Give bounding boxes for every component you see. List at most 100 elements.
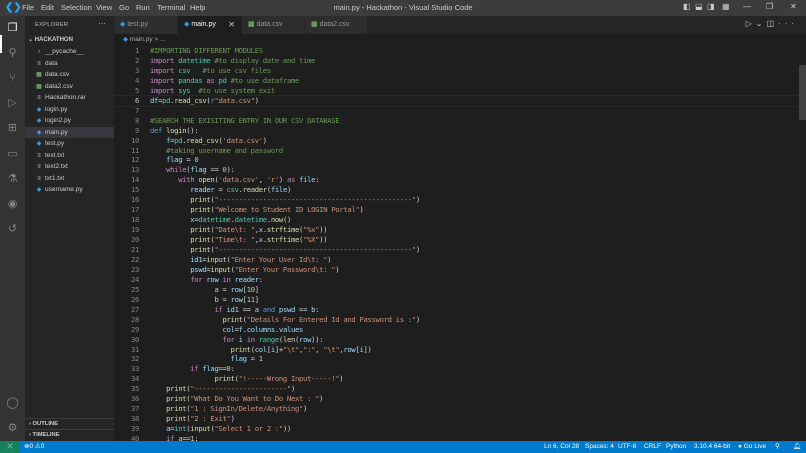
python-interpreter[interactable]: 3.10.4 64-bit xyxy=(694,441,730,453)
code-line[interactable]: 6 df=pd.read_csv(r"data.csv") xyxy=(114,94,798,107)
code-line[interactable]: 35 print("-----------------------") xyxy=(114,384,798,394)
code-line[interactable]: 24 for row in reader: xyxy=(114,275,798,285)
code-line[interactable]: 40 if a==1: xyxy=(114,434,798,441)
toggle-sidebar-icon[interactable]: ◧ xyxy=(683,2,691,11)
timeline-section[interactable]: › TIMELINE xyxy=(25,429,114,440)
feedback-icon[interactable]: ⚲ xyxy=(775,441,780,453)
problems-indicator[interactable]: ⊗0 ⚠0 xyxy=(24,441,44,453)
file-item[interactable]: › __pycache__ xyxy=(25,46,114,57)
code-line[interactable]: 14 with open('data.csv', 'r') as file: xyxy=(114,175,798,185)
tab-main-py[interactable]: ◆ main.py ✕ xyxy=(178,16,242,34)
file-item[interactable]: ≡ data xyxy=(25,58,114,69)
account-icon[interactable]: ◯ xyxy=(5,396,20,411)
indentation[interactable]: Spaces: 4 xyxy=(585,441,614,453)
code-line[interactable]: 20 print("Time\t: ",x.strftime("%X")) xyxy=(114,235,798,245)
code-line[interactable]: 16 print("------------------------------… xyxy=(114,195,798,205)
file-item[interactable]: ◆ login.py xyxy=(25,104,114,115)
code-line[interactable]: 38 print("2 : Exit") xyxy=(114,414,798,424)
tab-data2-csv[interactable]: ▦ data2.csv xyxy=(305,16,368,34)
code-line[interactable]: 9 def login(): xyxy=(114,126,798,136)
restore-button[interactable]: ❐ xyxy=(766,2,773,11)
line-ending[interactable]: CRLF xyxy=(644,441,661,453)
code-line[interactable]: 27 if id1 == a and pswd == b: xyxy=(114,305,798,315)
breadcrumb-file[interactable]: main.py xyxy=(130,36,153,43)
project-folder[interactable]: ⌄ HACKATHON xyxy=(28,36,73,43)
code-line[interactable]: 23 pswd=input("Enter Your Password\t: ") xyxy=(114,265,798,275)
code-line[interactable]: 7 xyxy=(114,106,798,116)
file-item[interactable]: ▦ data2.csv xyxy=(25,81,114,92)
scrollbar-thumb[interactable] xyxy=(799,65,806,120)
file-item[interactable]: ◆ main.py xyxy=(25,126,114,138)
code-line[interactable]: 34 print("!-----Wrong Input-----!") xyxy=(114,374,798,384)
split-editor-icon[interactable]: ◫ xyxy=(766,19,778,28)
code-token: input xyxy=(190,424,211,434)
more-actions-icon[interactable]: ··· xyxy=(98,19,106,28)
go-live-button[interactable]: ● Go Live xyxy=(738,441,766,453)
testing-icon[interactable]: ⚗ xyxy=(5,172,20,187)
close-window-button[interactable]: ✕ xyxy=(790,2,797,11)
code-line[interactable]: 4 import pandas as pd #to use dataframe xyxy=(114,76,798,86)
cursor-position[interactable]: Ln 6, Col 28 xyxy=(544,441,579,453)
file-item[interactable]: ◆ username.py xyxy=(25,184,114,195)
toggle-panel-icon[interactable]: ⬓ xyxy=(695,2,703,11)
code-line[interactable]: 32 flag = 1 xyxy=(114,354,798,364)
code-line[interactable]: 22 id1=input("Enter Your User Id\t: ") xyxy=(114,255,798,265)
code-line[interactable]: 8 #SEARCH THE EXISITING ENTRY IN OUR CSV … xyxy=(114,116,798,126)
notifications-icon[interactable]: 🔔︎ xyxy=(793,441,801,453)
live-share-icon[interactable]: ↺ xyxy=(5,222,20,237)
code-line[interactable]: 31 print(col[i]+"\t",":", "\t",row[i]) xyxy=(114,345,798,355)
editor-scrollbar[interactable] xyxy=(798,45,806,441)
code-line[interactable]: 19 print("Date\t: ",x.strftime("%x")) xyxy=(114,225,798,235)
file-item[interactable]: ≡ text2.txt xyxy=(25,161,114,172)
file-item[interactable]: ◆ test.py xyxy=(25,138,114,149)
close-tab-icon[interactable]: ✕ xyxy=(228,16,235,34)
file-item[interactable]: ≡ txt1.txt xyxy=(25,173,114,184)
encoding[interactable]: UTF-8 xyxy=(618,441,636,453)
language-mode[interactable]: Python xyxy=(666,441,686,453)
code-editor[interactable]: 1 #IMPORTING DIFFERENT MODULES 2 import dat… xyxy=(114,45,798,441)
code-line[interactable]: 3 import csv #to use csv files xyxy=(114,66,798,76)
code-line[interactable]: 15 reader = csv.reader(file) xyxy=(114,185,798,195)
file-item[interactable]: ▦ data.csv xyxy=(25,69,114,80)
code-line[interactable]: 36 print("What Do You Want to Do Next : … xyxy=(114,394,798,404)
minimize-button[interactable]: — xyxy=(743,2,751,11)
code-line[interactable]: 13 while(flag == 0): xyxy=(114,165,798,175)
code-line[interactable]: 33 if flag==0: xyxy=(114,364,798,374)
outline-section[interactable]: › OUTLINE xyxy=(25,418,114,429)
extensions-icon[interactable]: ⊞ xyxy=(5,121,20,136)
code-line[interactable]: 26 b = row[11] xyxy=(114,295,798,305)
file-item[interactable]: ≡ Hackathon.rar xyxy=(25,92,114,103)
remote-explorer-icon[interactable]: ▭ xyxy=(5,147,20,162)
search-icon[interactable]: ⚲ xyxy=(5,46,20,61)
remote-indicator-icon[interactable]: ⤫ xyxy=(0,441,20,453)
code-line[interactable]: 2 import datetime #to display date and ti… xyxy=(114,56,798,66)
code-line[interactable]: 10 f=pd.read_csv('data.csv') xyxy=(114,136,798,146)
breadcrumb-rest[interactable]: > ... xyxy=(154,36,165,43)
settings-gear-icon[interactable]: ⚙ xyxy=(5,421,20,436)
code-line[interactable]: 28 print("Details For Entered Id and Pas… xyxy=(114,315,798,325)
tab-test-py[interactable]: ◆ test.py xyxy=(114,16,178,34)
code-line[interactable]: 12 flag = 0 xyxy=(114,155,798,165)
file-item[interactable]: ≡ text.txt xyxy=(25,150,114,161)
github-icon[interactable]: ◉ xyxy=(5,197,20,212)
customize-layout-icon[interactable]: ▦ xyxy=(722,2,730,11)
source-control-icon[interactable]: ⑂ xyxy=(5,71,20,86)
code-line[interactable]: 29 col=f.columns.values xyxy=(114,325,798,335)
file-item[interactable]: ◆ login2.py xyxy=(25,115,114,126)
code-line[interactable]: 39 a=int(input("Select 1 or 2 :")) xyxy=(114,424,798,434)
code-line[interactable]: 5 import sys #to use system exit xyxy=(114,86,798,96)
code-line[interactable]: 1 #IMPORTING DIFFERENT MODULES xyxy=(114,46,798,56)
code-line[interactable]: 18 x=datetime.datetime.now() xyxy=(114,215,798,225)
more-icon[interactable]: ··· xyxy=(778,19,798,28)
tab-data-csv[interactable]: ▦ data.csv xyxy=(242,16,305,34)
toggle-secondary-sidebar-icon[interactable]: ◨ xyxy=(707,2,715,11)
code-line[interactable]: 21 print("------------------------------… xyxy=(114,245,798,255)
explorer-icon[interactable]: ❐ xyxy=(5,21,20,36)
run-debug-icon[interactable]: ▷ xyxy=(5,96,20,111)
code-line[interactable]: 17 print("Welcome to Student ID LOGIN Po… xyxy=(114,205,798,215)
code-line[interactable]: 25 a = row[10] xyxy=(114,285,798,295)
code-line[interactable]: 37 print("1 : SignIn/Delete/Anything") xyxy=(114,404,798,414)
code-line[interactable]: 30 for i in range(len(row)): xyxy=(114,335,798,345)
run-python-icon[interactable]: ▷⌄ xyxy=(746,19,767,28)
code-line[interactable]: 11 #taking username and password xyxy=(114,146,798,156)
